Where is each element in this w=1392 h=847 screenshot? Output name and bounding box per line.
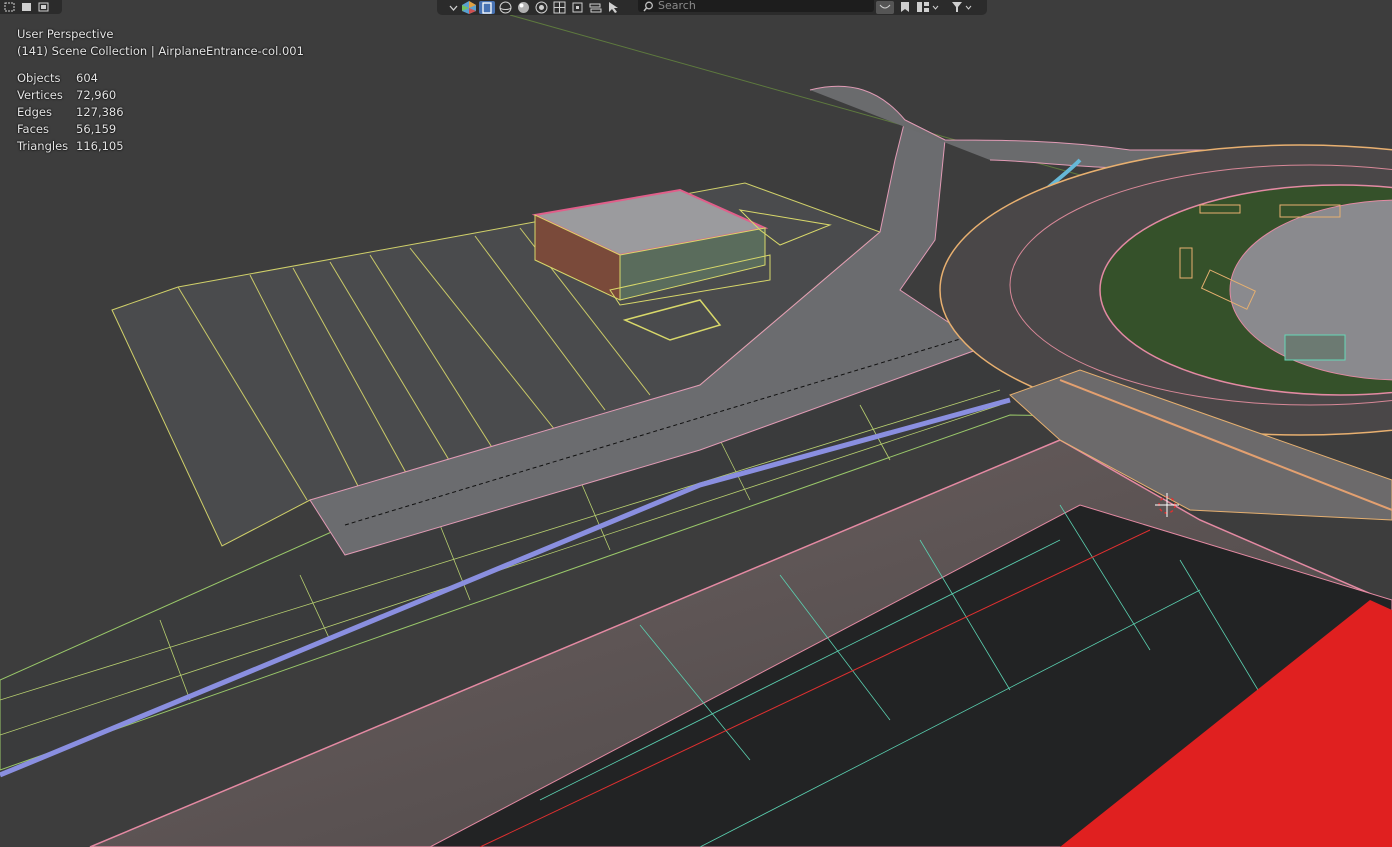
- filter-icon[interactable]: [951, 1, 972, 13]
- search-field[interactable]: [638, 0, 874, 12]
- header-right-tools: [876, 0, 972, 14]
- frame-icon[interactable]: [569, 1, 585, 14]
- 3d-viewport[interactable]: User Perspective (141) Scene Collection …: [0, 0, 1392, 847]
- select-subtract-icon[interactable]: [36, 2, 50, 13]
- stat-row-vertices: Vertices 72,960: [17, 87, 304, 104]
- layers-icon[interactable]: [587, 1, 603, 14]
- stat-value: 56,159: [76, 122, 117, 136]
- select-mode-toolbar: [0, 0, 62, 14]
- view-options-icon[interactable]: [876, 0, 894, 14]
- stat-row-faces: Faces 56,159: [17, 121, 304, 138]
- bookmark-icon[interactable]: [900, 1, 910, 13]
- stat-label: Vertices: [17, 88, 63, 102]
- search-input[interactable]: [658, 0, 858, 12]
- render-sphere-icon[interactable]: [533, 1, 549, 14]
- stat-label: Triangles: [17, 139, 69, 153]
- select-icon[interactable]: [479, 1, 495, 14]
- stat-row-objects: Objects 604: [17, 70, 304, 87]
- roundabout-box: [1284, 334, 1346, 361]
- select-new-icon[interactable]: [2, 2, 16, 13]
- stat-row-triangles: Triangles 116,105: [17, 138, 304, 155]
- stat-value: 604: [76, 71, 98, 85]
- search-icon: [643, 1, 654, 12]
- stat-row-edges: Edges 127,386: [17, 104, 304, 121]
- grid-icon[interactable]: [551, 1, 567, 14]
- cursor-icon[interactable]: [605, 1, 621, 14]
- shaded-sphere-icon[interactable]: [515, 1, 531, 14]
- stat-value: 72,960: [76, 88, 117, 102]
- stat-value: 127,386: [76, 105, 124, 119]
- stat-value: 116,105: [76, 139, 124, 153]
- scene-statistics: Objects 604 Vertices 72,960 Edges 127,38…: [17, 70, 304, 155]
- stat-label: Faces: [17, 122, 49, 136]
- viewport-info-overlay: User Perspective (141) Scene Collection …: [17, 26, 304, 155]
- dropdown-icon[interactable]: [447, 1, 459, 14]
- collection-label: (141) Scene Collection | AirplaneEntranc…: [17, 44, 304, 58]
- stat-label: Objects: [17, 71, 61, 85]
- color-wheel-icon[interactable]: [461, 1, 477, 14]
- sphere-icon[interactable]: [497, 1, 513, 14]
- select-extend-icon[interactable]: [19, 2, 33, 13]
- display-mode-icon[interactable]: [916, 1, 939, 13]
- stat-label: Edges: [17, 105, 52, 119]
- perspective-label: User Perspective: [17, 27, 114, 41]
